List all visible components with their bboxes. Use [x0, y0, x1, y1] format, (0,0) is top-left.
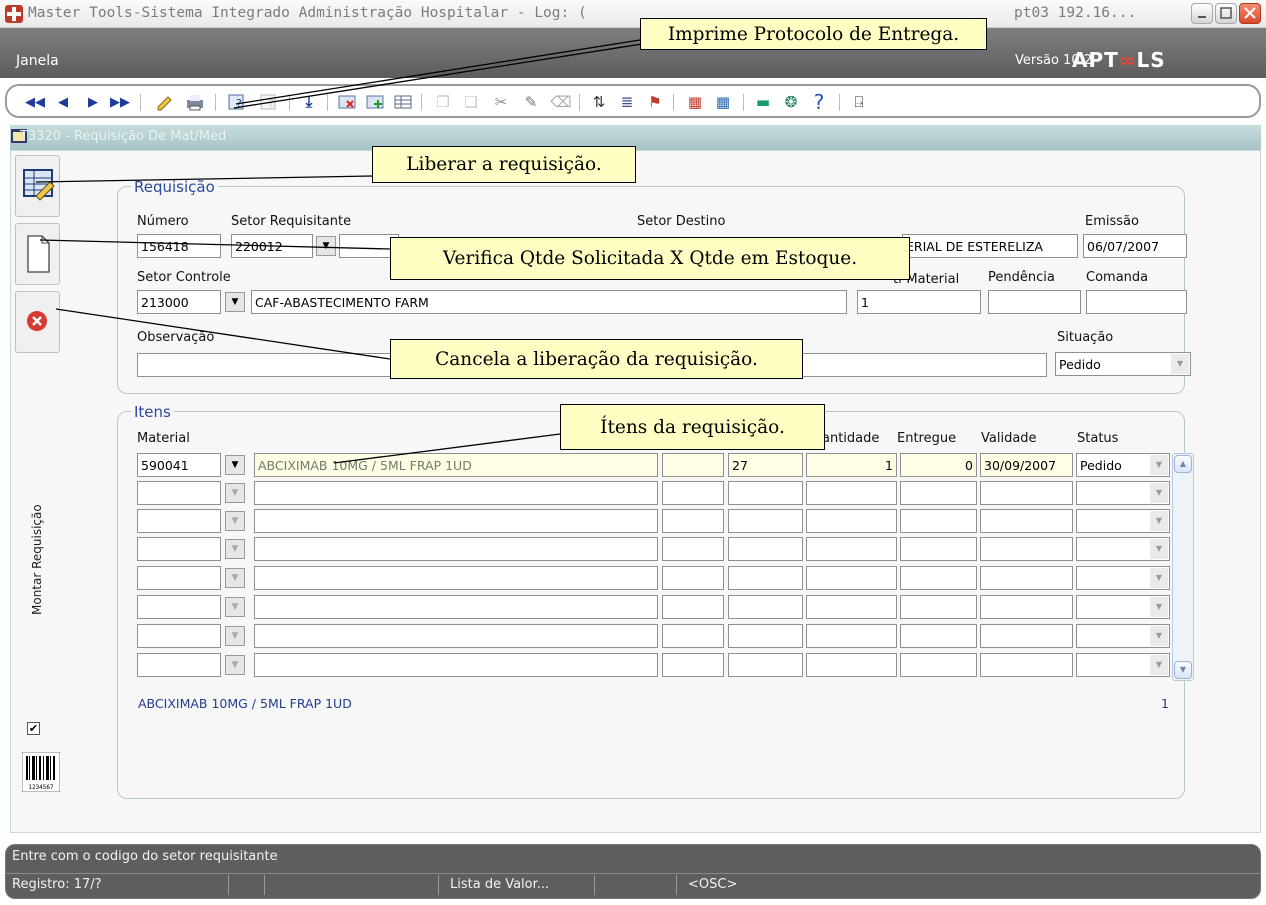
status-lista-valor: Lista de Valor...	[450, 877, 550, 892]
callout-imprime-protocolo: Imprime Protocolo de Entrega.	[640, 18, 987, 50]
callout-itens: Ítens da requisição.	[560, 404, 825, 450]
callout-liberar: Liberar a requisição.	[372, 146, 636, 183]
status-message: Entre com o codigo do setor requisitante	[12, 849, 278, 864]
status-registro: Registro: 17/?	[12, 877, 102, 892]
status-bar: Entre com o codigo do setor requisitante…	[5, 844, 1261, 899]
callout-verifica-estoque: Verifica Qtde Solicitada X Qtde em Estoq…	[390, 237, 910, 280]
status-osc: <OSC>	[688, 877, 738, 892]
callout-cancela-liberacao: Cancela a liberação da requisição.	[390, 339, 803, 379]
callout-leader-lines	[35, 39, 643, 464]
